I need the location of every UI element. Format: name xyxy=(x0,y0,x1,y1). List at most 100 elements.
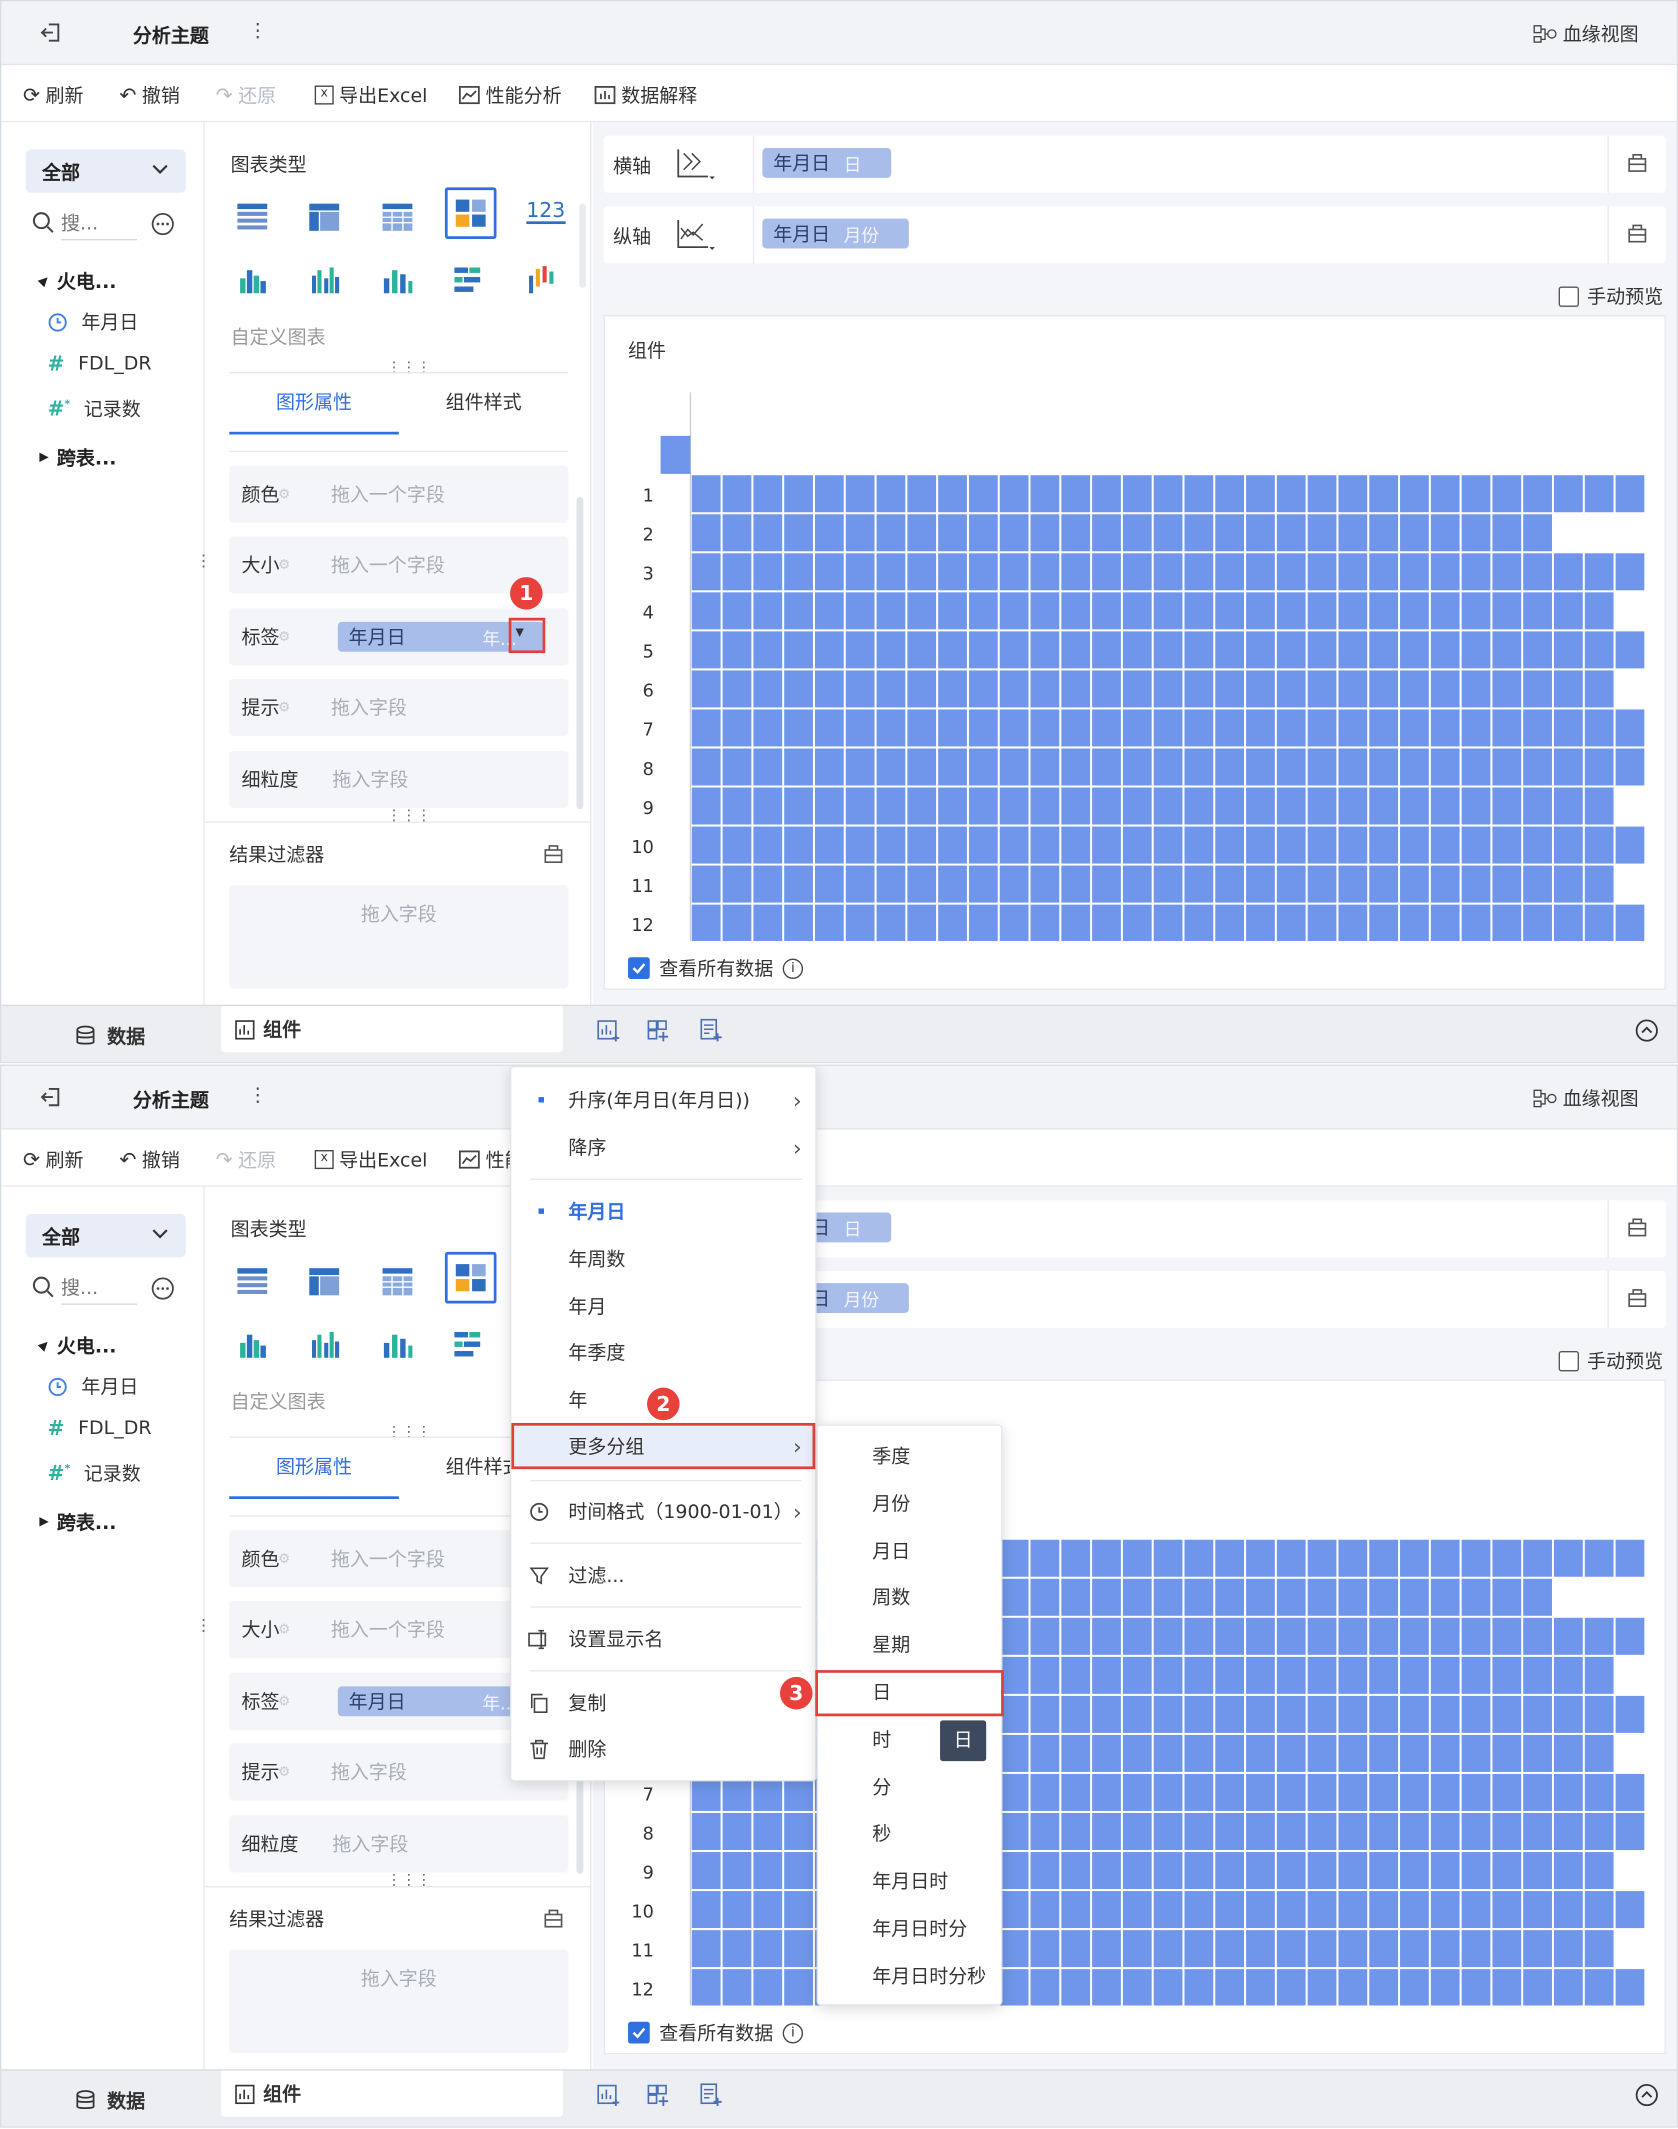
tree-group-cross-table[interactable]: ▶ 跨表... xyxy=(39,444,116,471)
more-options-icon[interactable] xyxy=(151,1276,175,1306)
custom-chart-icon[interactable] xyxy=(444,1251,497,1304)
field-item-date[interactable]: 年月日 xyxy=(47,308,138,335)
redo-button[interactable]: ↷ 还原 xyxy=(216,81,276,108)
submenu-item[interactable]: 秒 xyxy=(818,1817,1001,1850)
result-filter-dropzone[interactable]: 拖入字段 xyxy=(229,885,569,989)
copy-item[interactable]: 复制 xyxy=(511,1686,815,1719)
delete-item[interactable]: 删除 xyxy=(511,1733,815,1766)
prop-tooltip-row[interactable]: 提示 ⚙ 拖入字段 xyxy=(229,678,569,736)
field-item-record-count[interactable]: #* 记录数 xyxy=(47,395,140,422)
filter-settings-icon[interactable] xyxy=(543,1908,565,1935)
field-item-record-count[interactable]: #* 记录数 xyxy=(47,1460,140,1487)
refresh-button[interactable]: ⟳ 刷新 xyxy=(23,81,83,108)
tree-group-thermal[interactable]: ▲ 火电... xyxy=(36,267,117,294)
undo-button[interactable]: ↶ 撤销 xyxy=(119,81,179,108)
cross-table-icon[interactable] xyxy=(308,1267,341,1302)
info-icon[interactable]: i xyxy=(782,2022,804,2043)
add-dashboard-icon[interactable] xyxy=(647,2083,671,2113)
column-chart-icon[interactable] xyxy=(309,1329,342,1364)
stacked-column-icon[interactable] xyxy=(381,265,414,300)
add-report-icon[interactable] xyxy=(699,2083,723,2113)
submenu-item[interactable]: 月份 xyxy=(818,1487,1001,1520)
custom-chart-icon[interactable] xyxy=(444,187,497,239)
section-resize-handle[interactable]: ⋮⋮⋮ xyxy=(387,1423,432,1441)
add-component-icon[interactable] xyxy=(597,1018,621,1048)
field-item-fdl-dr[interactable]: # FDL_DR xyxy=(47,1416,151,1440)
filter-settings-icon[interactable] xyxy=(543,843,565,870)
lineage-view-button[interactable]: 血缘视图 xyxy=(1533,1085,1639,1112)
submenu-item[interactable]: 周数 xyxy=(818,1581,1001,1614)
submenu-item[interactable]: 年月日时分秒 xyxy=(818,1959,1001,1992)
info-icon[interactable]: i xyxy=(782,957,804,979)
export-excel-button[interactable]: x 导出Excel xyxy=(314,81,427,108)
y-axis-settings-icon[interactable] xyxy=(1626,223,1648,250)
x-axis-settings-icon[interactable] xyxy=(1626,152,1648,179)
group-year-quarter-item[interactable]: 年季度 xyxy=(511,1336,815,1369)
chart-type-scrollbar[interactable] xyxy=(579,203,587,288)
data-explain-button[interactable]: 数据解释 xyxy=(594,81,697,108)
submenu-item[interactable]: 分 xyxy=(818,1770,1001,1803)
exit-icon[interactable] xyxy=(39,20,63,44)
table-chart-icon[interactable] xyxy=(236,1267,269,1302)
props-scrollbar[interactable] xyxy=(576,496,584,810)
tab-graph-properties[interactable]: 图形属性 xyxy=(229,375,399,435)
check-icon[interactable] xyxy=(628,2021,650,2044)
add-dashboard-icon[interactable] xyxy=(647,1018,671,1048)
section-resize-handle[interactable]: ⋮⋮⋮ xyxy=(387,358,432,376)
view-all-data-toggle[interactable]: 查看所有数据 i xyxy=(628,2019,804,2046)
grouped-bar-icon[interactable] xyxy=(237,1329,270,1364)
prop-granularity-row[interactable]: 细粒度 拖入字段 xyxy=(229,1815,569,1873)
collapse-up-icon[interactable] xyxy=(1635,1018,1659,1048)
add-component-icon[interactable] xyxy=(597,2083,621,2113)
scope-select[interactable]: 全部 xyxy=(25,1213,186,1258)
table-chart-icon[interactable] xyxy=(236,202,269,237)
time-format-item[interactable]: 时间格式（1900-01-01） › xyxy=(511,1495,815,1528)
y-axis-settings-icon[interactable] xyxy=(1626,1287,1648,1314)
filter-item[interactable]: 过滤... xyxy=(511,1559,815,1592)
field-item-date[interactable]: 年月日 xyxy=(47,1373,138,1400)
check-icon[interactable] xyxy=(628,957,650,979)
kpi-number-icon[interactable]: 123 xyxy=(526,200,566,225)
submenu-item[interactable]: 月日 xyxy=(818,1534,1001,1567)
data-tab[interactable]: 数据 xyxy=(1,1006,218,1062)
undo-button[interactable]: ↶ 撤销 xyxy=(119,1146,179,1173)
sort-descending-item[interactable]: 降序 › xyxy=(511,1131,815,1164)
field-search-input[interactable] xyxy=(61,207,138,241)
cross-table-icon[interactable] xyxy=(308,202,341,237)
y-axis-field-chip[interactable]: 年月日月份 xyxy=(762,218,909,249)
tab-graph-properties[interactable]: 图形属性 xyxy=(229,1439,399,1500)
manual-preview-toggle[interactable]: 手动预览 xyxy=(1558,282,1663,309)
tab-component-style[interactable]: 组件样式 xyxy=(399,375,569,435)
more-options-icon[interactable] xyxy=(151,212,175,242)
sort-ascending-item[interactable]: 升序(年月日(年月日)) › xyxy=(511,1084,815,1117)
submenu-item[interactable]: 星期 xyxy=(818,1628,1001,1661)
performance-analysis-button[interactable]: 性能分析 xyxy=(458,81,562,108)
bar-chart-icon[interactable] xyxy=(453,265,486,300)
column-chart-icon[interactable] xyxy=(309,265,342,300)
group-year-month-item[interactable]: 年月 xyxy=(511,1290,815,1323)
more-icon[interactable]: ⋮ xyxy=(248,1085,267,1107)
group-ymd-item[interactable]: 年月日 xyxy=(511,1195,815,1228)
submenu-item[interactable]: 年月日时分 xyxy=(818,1912,1001,1945)
field-search-input[interactable] xyxy=(61,1272,138,1305)
exit-icon[interactable] xyxy=(39,1085,63,1109)
refresh-button[interactable]: ⟳ 刷新 xyxy=(23,1146,83,1173)
submenu-item[interactable]: 年月日时 xyxy=(818,1865,1001,1898)
scope-select[interactable]: 全部 xyxy=(25,149,186,193)
detail-table-icon[interactable] xyxy=(381,202,414,237)
manual-preview-checkbox[interactable] xyxy=(1558,285,1579,307)
prop-color-row[interactable]: 颜色 ⚙ 拖入一个字段 xyxy=(229,465,569,523)
stacked-column-icon[interactable] xyxy=(381,1329,414,1364)
result-filter-dropzone[interactable]: 拖入字段 xyxy=(229,1949,569,2053)
tree-group-cross-table[interactable]: ▶ 跨表... xyxy=(39,1509,116,1536)
submenu-item[interactable]: 季度 xyxy=(818,1439,1001,1472)
detail-table-icon[interactable] xyxy=(381,1267,414,1302)
bar-chart-icon[interactable] xyxy=(453,1329,486,1364)
add-report-icon[interactable] xyxy=(699,1018,723,1048)
collapse-up-icon[interactable] xyxy=(1635,2083,1659,2113)
view-all-data-toggle[interactable]: 查看所有数据 i xyxy=(628,955,804,982)
group-year-week-item[interactable]: 年周数 xyxy=(511,1242,815,1275)
x-axis-field-chip[interactable]: 年月日日 xyxy=(762,148,892,178)
prop-granularity-row[interactable]: 细粒度 拖入字段 xyxy=(229,750,569,808)
x-axis-settings-icon[interactable] xyxy=(1626,1217,1648,1244)
